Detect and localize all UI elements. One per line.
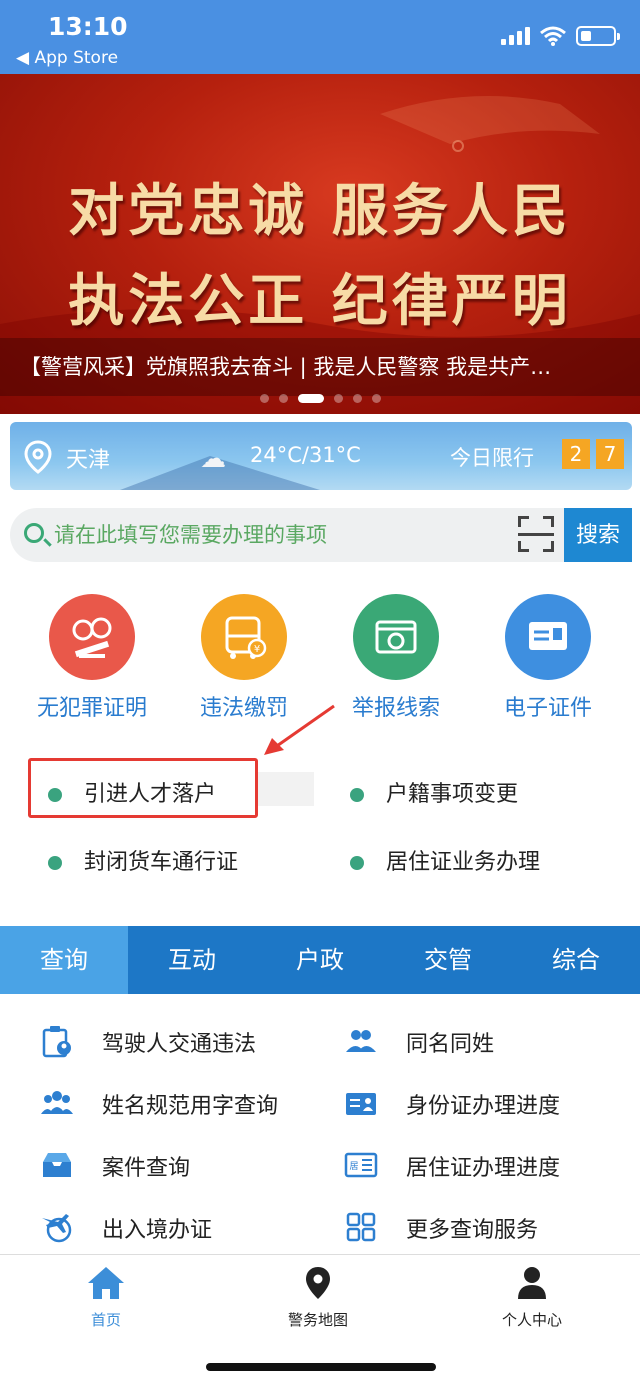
- query-item-label: 同名同姓: [406, 1032, 495, 1057]
- quick-link-household-change[interactable]: 户籍事项变更: [350, 776, 518, 808]
- annotation-arrow-icon: [264, 704, 335, 755]
- nav-personal-center[interactable]: 个人中心: [472, 1265, 592, 1330]
- query-item-residence-progress[interactable]: 居 居住证办理进度: [344, 1148, 624, 1184]
- status-time: 13:10: [48, 12, 128, 41]
- inbox-icon: [43, 1153, 71, 1177]
- query-item-label: 案件查询: [102, 1156, 191, 1181]
- quick-link-truck-pass[interactable]: 封闭货车通行证: [48, 844, 238, 876]
- traffic-limit-label: 今日限行: [450, 446, 534, 470]
- service-label: 举报线索: [351, 696, 440, 721]
- weather-bar[interactable]: 天津 ☁ 24°C/31°C 今日限行 2 7: [10, 422, 632, 490]
- quick-link-label: 封闭货车通行证: [84, 850, 239, 875]
- query-item-driver-violation[interactable]: 驾驶人交通违法: [40, 1024, 320, 1060]
- search-input[interactable]: [54, 516, 504, 554]
- status-bar: 13:10 ◀ App Store: [0, 0, 640, 74]
- search-button[interactable]: 搜索: [564, 508, 632, 562]
- handcuffs-icon: [49, 594, 135, 680]
- tab-interaction[interactable]: 互动: [128, 926, 256, 994]
- carousel-dot: [259, 394, 269, 403]
- query-item-label: 更多查询服务: [406, 1218, 539, 1243]
- query-item-label: 居住证办理进度: [406, 1156, 561, 1181]
- id-card-icon: [346, 1093, 376, 1115]
- bullet-dot: [350, 788, 364, 802]
- quick-link-label: 户籍事项变更: [386, 782, 519, 807]
- banner-slogan-line1: 对党忠诚 服务人民: [68, 178, 572, 244]
- query-item-label: 身份证办理进度: [406, 1094, 561, 1119]
- nav-label: 个人中心: [501, 1311, 562, 1329]
- quick-link-label: 居住证业务办理: [386, 850, 541, 875]
- carousel-dot: [371, 394, 381, 403]
- wifi-icon: [540, 26, 566, 46]
- query-item-name-standard[interactable]: 姓名规范用字查询: [40, 1086, 320, 1122]
- bottom-nav: 首页 警务地图 个人中心: [0, 1254, 640, 1385]
- nav-label: 首页: [90, 1311, 121, 1329]
- nav-home[interactable]: 首页: [46, 1265, 166, 1330]
- carousel-dot: [278, 394, 288, 403]
- query-item-case[interactable]: 案件查询: [40, 1148, 320, 1184]
- service-report-clue[interactable]: 举报线索: [320, 594, 472, 722]
- traffic-limit-number: 7: [596, 439, 624, 469]
- battery-icon: [576, 26, 620, 46]
- query-item-id-progress[interactable]: 身份证办理进度: [344, 1086, 624, 1122]
- status-icons: [501, 26, 620, 46]
- banner-carousel[interactable]: 对党忠诚 服务人民 执法公正 纪律严明 【警营风采】党旗照我去奋斗 | 我是人民…: [0, 74, 640, 414]
- category-tabs: 查询 互动 户政 交管 综合: [0, 926, 640, 994]
- tab-general[interactable]: 综合: [512, 926, 640, 994]
- carousel-dot-active: [297, 394, 324, 403]
- tab-query[interactable]: 查询: [0, 926, 128, 994]
- home-icon: [88, 1267, 124, 1299]
- service-label: 无犯罪证明: [36, 696, 147, 721]
- traffic-limit-number: 2: [562, 439, 590, 469]
- svg-text:¥: ¥: [254, 644, 260, 655]
- banner-slogan-line2: 执法公正 纪律严明: [68, 268, 572, 334]
- id-card-icon: [505, 594, 591, 680]
- camera-icon: [353, 594, 439, 680]
- grid-icon: [346, 1212, 376, 1242]
- weather-temperature: 24°C/31°C: [250, 443, 361, 467]
- svg-text:居: 居: [349, 1161, 358, 1172]
- map-pin-icon: [306, 1267, 330, 1299]
- query-item-exit-entry[interactable]: 出入境办证: [40, 1210, 320, 1246]
- home-indicator[interactable]: [206, 1363, 436, 1371]
- carousel-dot: [333, 394, 343, 403]
- people-icon: [346, 1030, 376, 1052]
- bullet-dot: [48, 856, 62, 870]
- bus-payment-icon: ¥: [201, 594, 287, 680]
- highlight-shade: [258, 772, 314, 806]
- cloud-icon: ☁: [200, 444, 226, 474]
- banner-caption[interactable]: 【警营风采】党旗照我去奋斗 | 我是人民警察 我是共产…: [0, 338, 640, 396]
- query-item-label: 出入境办证: [102, 1218, 213, 1243]
- highlight-box: [28, 758, 258, 818]
- query-item-label: 姓名规范用字查询: [102, 1094, 279, 1119]
- query-item-label: 驾驶人交通违法: [102, 1032, 257, 1057]
- quick-link-residence-permit[interactable]: 居住证业务办理: [350, 844, 540, 876]
- back-to-app-store[interactable]: ◀ App Store: [16, 48, 118, 68]
- group-icon: [41, 1091, 73, 1114]
- tab-household[interactable]: 户政: [256, 926, 384, 994]
- service-label: 电子证件: [503, 696, 592, 721]
- weather-city: 天津: [66, 448, 111, 473]
- person-icon: [518, 1267, 546, 1299]
- plane-globe-icon: [42, 1214, 72, 1243]
- tab-traffic[interactable]: 交管: [384, 926, 512, 994]
- query-item-more[interactable]: 更多查询服务: [344, 1210, 624, 1246]
- nav-police-map[interactable]: 警务地图: [258, 1265, 378, 1330]
- search-bar: 搜索: [10, 508, 632, 562]
- bullet-dot: [350, 856, 364, 870]
- residence-card-icon: 居: [344, 1152, 378, 1178]
- location-pin-icon: [24, 440, 52, 474]
- scan-icon[interactable]: [518, 516, 554, 552]
- service-no-criminal-record[interactable]: 无犯罪证明: [16, 594, 168, 722]
- query-item-same-name[interactable]: 同名同姓: [344, 1024, 624, 1060]
- service-electronic-id[interactable]: 电子证件: [472, 594, 624, 722]
- carousel-dot: [352, 394, 362, 403]
- nav-label: 警务地图: [287, 1311, 348, 1329]
- signal-icon: [501, 27, 530, 45]
- carousel-dots: [0, 394, 640, 403]
- clipboard-person-icon: [42, 1026, 71, 1058]
- search-icon: [24, 523, 44, 543]
